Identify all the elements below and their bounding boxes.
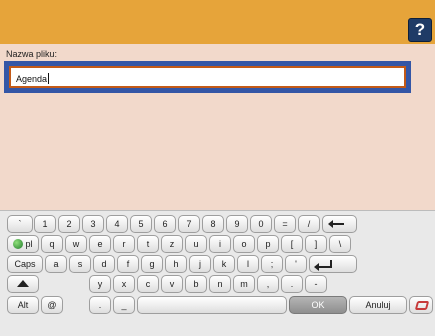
text-caret: [48, 73, 50, 84]
top-bar: ?: [0, 0, 435, 44]
key-n[interactable]: n: [209, 275, 231, 293]
key-hyphen[interactable]: -: [305, 275, 327, 293]
cancel-button[interactable]: Anuluj: [349, 296, 407, 314]
key-z[interactable]: z: [161, 235, 183, 253]
key-6[interactable]: 6: [154, 215, 176, 233]
key-p[interactable]: p: [257, 235, 279, 253]
key-underscore[interactable]: _: [113, 296, 135, 314]
key-g[interactable]: g: [141, 255, 163, 273]
key-backtick[interactable]: `: [7, 215, 33, 233]
key-r[interactable]: r: [113, 235, 135, 253]
backspace-key[interactable]: [322, 215, 357, 233]
key-9[interactable]: 9: [226, 215, 248, 233]
key-h[interactable]: h: [165, 255, 187, 273]
key-c[interactable]: c: [137, 275, 159, 293]
key-backslash[interactable]: \: [329, 235, 351, 253]
key-a[interactable]: a: [45, 255, 67, 273]
key-period[interactable]: .: [281, 275, 303, 293]
globe-icon: [13, 239, 24, 249]
key-i[interactable]: i: [209, 235, 231, 253]
key-5[interactable]: 5: [130, 215, 152, 233]
backspace-icon: [328, 220, 344, 228]
shift-key[interactable]: [7, 275, 39, 293]
caps-lock-key[interactable]: Caps: [7, 255, 43, 273]
key-right-bracket[interactable]: ]: [305, 235, 327, 253]
key-x[interactable]: x: [113, 275, 135, 293]
file-name-value: Agenda: [16, 73, 50, 84]
key-4[interactable]: 4: [106, 215, 128, 233]
enter-icon: [314, 260, 332, 271]
space-key[interactable]: [137, 296, 287, 314]
alt-key[interactable]: Alt: [7, 296, 39, 314]
key-e[interactable]: e: [89, 235, 111, 253]
key-w[interactable]: w: [65, 235, 87, 253]
key-m[interactable]: m: [233, 275, 255, 293]
key-o[interactable]: o: [233, 235, 255, 253]
on-screen-keyboard: ` 1 2 3 4 5 6 7 8 9 0 = / pl q w e r t z…: [0, 210, 435, 336]
key-semicolon[interactable]: ;: [261, 255, 283, 273]
key-dot[interactable]: .: [89, 296, 111, 314]
ok-button[interactable]: OK: [289, 296, 347, 314]
key-f[interactable]: f: [117, 255, 139, 273]
edit-icon: [414, 301, 430, 310]
key-q[interactable]: q: [41, 235, 63, 253]
key-8[interactable]: 8: [202, 215, 224, 233]
key-0[interactable]: 0: [250, 215, 272, 233]
key-u[interactable]: u: [185, 235, 207, 253]
key-y[interactable]: y: [89, 275, 111, 293]
key-l[interactable]: l: [237, 255, 259, 273]
key-t[interactable]: t: [137, 235, 159, 253]
key-k[interactable]: k: [213, 255, 235, 273]
key-j[interactable]: j: [189, 255, 211, 273]
key-at[interactable]: @: [41, 296, 63, 314]
key-s[interactable]: s: [69, 255, 91, 273]
file-name-field-focus-ring: Agenda: [4, 61, 411, 93]
key-b[interactable]: b: [185, 275, 207, 293]
language-key[interactable]: pl: [7, 235, 39, 253]
key-slash[interactable]: /: [298, 215, 320, 233]
key-left-bracket[interactable]: [: [281, 235, 303, 253]
file-name-input[interactable]: Agenda: [9, 66, 406, 88]
key-equals[interactable]: =: [274, 215, 296, 233]
key-d[interactable]: d: [93, 255, 115, 273]
shift-icon: [17, 280, 29, 287]
help-button[interactable]: ?: [408, 18, 432, 42]
key-apostrophe[interactable]: ': [285, 255, 307, 273]
key-2[interactable]: 2: [58, 215, 80, 233]
key-3[interactable]: 3: [82, 215, 104, 233]
key-v[interactable]: v: [161, 275, 183, 293]
file-name-label: Nazwa pliku:: [6, 49, 58, 59]
edit-button[interactable]: [409, 296, 433, 314]
key-comma[interactable]: ,: [257, 275, 279, 293]
key-1[interactable]: 1: [34, 215, 56, 233]
enter-key[interactable]: [309, 255, 357, 273]
key-7[interactable]: 7: [178, 215, 200, 233]
